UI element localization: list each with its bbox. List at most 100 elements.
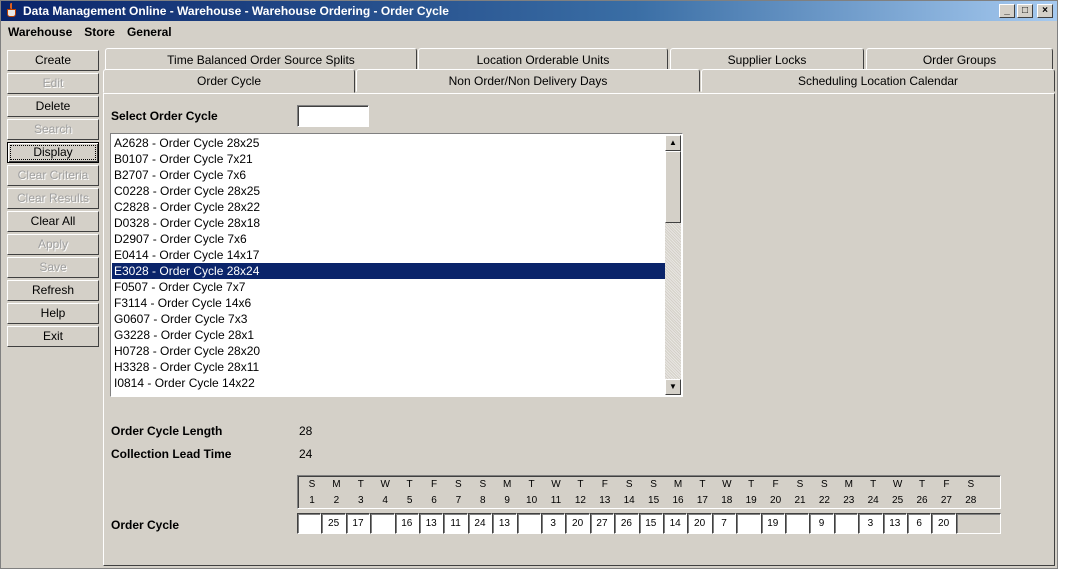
day-number: 9 bbox=[504, 495, 510, 506]
order-cycle-day-cell[interactable]: 15 bbox=[638, 513, 663, 534]
order-cycle-day-cell[interactable]: 27 bbox=[589, 513, 615, 534]
order-cycle-values-row: 25 17 16 13 11 24 13 3 20 27 26 15 14 20 7 19 9 3 13 6 20 bbox=[297, 513, 1001, 534]
order-cycle-day-cell[interactable]: 20 bbox=[931, 513, 956, 534]
order-cycle-list-item[interactable]: D2907 - Order Cycle 7x6 bbox=[112, 231, 666, 247]
create-button[interactable]: Create bbox=[7, 50, 99, 71]
order-cycle-list-item[interactable]: C0228 - Order Cycle 28x25 bbox=[112, 183, 666, 199]
order-cycle-list-item[interactable]: B0107 - Order Cycle 7x21 bbox=[112, 151, 666, 167]
order-cycle-day-cell[interactable]: 6 bbox=[907, 513, 932, 534]
order-cycle-day-cell[interactable] bbox=[370, 513, 395, 534]
order-cycle-day-cell[interactable]: 13 bbox=[419, 513, 444, 534]
order-cycle-day-cell[interactable]: 13 bbox=[882, 513, 907, 534]
day-letter: M bbox=[844, 479, 853, 490]
tab-location-orderable-units[interactable]: Location Orderable Units bbox=[418, 48, 668, 71]
day-number: 28 bbox=[965, 495, 977, 506]
order-cycle-day-cell[interactable]: 20 bbox=[687, 513, 712, 534]
delete-button[interactable]: Delete bbox=[7, 96, 99, 117]
day-letter: F bbox=[430, 479, 438, 490]
tab-supplier-locks[interactable]: Supplier Locks bbox=[670, 48, 864, 71]
day-number: 21 bbox=[794, 495, 806, 506]
day-number: 15 bbox=[648, 495, 660, 506]
clear-all-button[interactable]: Clear All bbox=[7, 211, 99, 232]
order-cycle-day-cell[interactable]: 19 bbox=[760, 513, 785, 534]
order-cycle-day-cell[interactable]: 3 bbox=[858, 513, 883, 534]
apply-button: Apply bbox=[7, 234, 99, 255]
day-letter: S bbox=[650, 479, 657, 490]
order-cycle-list-item[interactable]: H0728 - Order Cycle 28x20 bbox=[112, 343, 666, 359]
day-letter: W bbox=[722, 479, 732, 490]
day-letter: F bbox=[601, 479, 608, 490]
day-letter: M bbox=[332, 479, 341, 490]
order-cycle-day-cell[interactable]: 16 bbox=[394, 513, 419, 534]
maximize-button[interactable]: □ bbox=[1017, 4, 1033, 18]
day-number: 18 bbox=[721, 495, 733, 506]
tab-order-groups[interactable]: Order Groups bbox=[866, 48, 1053, 71]
day-letter: S bbox=[455, 479, 462, 490]
close-button[interactable]: × bbox=[1037, 4, 1053, 18]
order-cycle-list-item[interactable]: F0507 - Order Cycle 7x7 bbox=[112, 279, 666, 295]
order-cycle-day-cell[interactable]: 3 bbox=[541, 513, 566, 534]
order-cycle-search-input[interactable] bbox=[297, 105, 369, 127]
order-cycle-day-cell[interactable]: 17 bbox=[345, 513, 371, 534]
day-letter: W bbox=[892, 479, 903, 490]
display-button[interactable]: Display bbox=[7, 142, 99, 163]
order-cycle-list-item[interactable]: C2828 - Order Cycle 28x22 bbox=[112, 199, 666, 215]
order-cycle-list[interactable]: A2628 - Order Cycle 28x25 B0107 - Order C… bbox=[110, 133, 683, 397]
menu-store[interactable]: Store bbox=[77, 25, 120, 39]
order-cycle-day-cell[interactable]: 14 bbox=[663, 513, 688, 534]
order-cycle-day-cell[interactable]: 24 bbox=[467, 513, 493, 534]
minimize-button[interactable]: _ bbox=[999, 4, 1015, 18]
day-number: 2 bbox=[333, 495, 340, 506]
day-letter: S bbox=[308, 479, 316, 490]
day-number: 13 bbox=[599, 495, 611, 506]
exit-button[interactable]: Exit bbox=[7, 326, 99, 347]
order-cycle-day-cell[interactable]: 11 bbox=[443, 513, 468, 534]
title-bar[interactable]: Data Management Online - Warehouse - War… bbox=[1, 1, 1057, 21]
order-cycle-day-cell[interactable] bbox=[736, 513, 761, 534]
order-cycle-day-cell[interactable]: 26 bbox=[614, 513, 639, 534]
order-cycle-day-cell[interactable]: 20 bbox=[565, 513, 590, 534]
order-cycle-day-cell[interactable]: 13 bbox=[492, 513, 517, 534]
menu-general[interactable]: General bbox=[120, 25, 177, 39]
tab-order-cycle[interactable]: Order Cycle bbox=[103, 69, 355, 93]
order-cycle-day-cell[interactable]: 7 bbox=[711, 513, 737, 534]
order-cycle-list-item[interactable]: F3114 - Order Cycle 14x6 bbox=[112, 295, 666, 311]
order-cycle-list-item[interactable]: E3028 - Order Cycle 28x24 bbox=[112, 263, 666, 279]
order-cycle-day-cell[interactable] bbox=[955, 513, 1001, 534]
refresh-button[interactable]: Refresh bbox=[7, 280, 99, 301]
order-cycle-list-item[interactable]: D0328 - Order Cycle 28x18 bbox=[112, 215, 666, 231]
search-button: Search bbox=[7, 119, 99, 140]
day-letter: S bbox=[479, 479, 487, 490]
order-cycle-day-cell[interactable] bbox=[785, 513, 810, 534]
order-cycle-day-cell[interactable]: 9 bbox=[809, 513, 834, 534]
day-number: 25 bbox=[892, 495, 904, 506]
help-button[interactable]: Help bbox=[7, 303, 99, 324]
order-cycle-list-item[interactable]: A2628 - Order Cycle 28x25 bbox=[112, 135, 666, 151]
order-cycle-list-item[interactable]: H3328 - Order Cycle 28x11 bbox=[112, 359, 666, 375]
day-number: 23 bbox=[843, 495, 855, 506]
order-cycle-list-item[interactable]: I0814 - Order Cycle 14x22 bbox=[112, 375, 666, 391]
tab-time-balanced-splits[interactable]: Time Balanced Order Source Splits bbox=[105, 48, 417, 71]
order-cycle-list-item[interactable]: G0607 - Order Cycle 7x3 bbox=[112, 311, 666, 327]
menu-warehouse[interactable]: Warehouse bbox=[1, 25, 77, 39]
tab-non-order-days[interactable]: Non Order/Non Delivery Days bbox=[356, 69, 700, 92]
scroll-thumb[interactable] bbox=[665, 151, 681, 223]
day-number: 22 bbox=[818, 495, 830, 506]
scroll-down-arrow-icon[interactable]: ▼ bbox=[665, 379, 681, 395]
day-number: 1 bbox=[309, 495, 315, 506]
day-letter: T bbox=[357, 479, 364, 490]
action-sidebar: Create Edit Delete Search Display Clear Crite… bbox=[7, 50, 99, 349]
clear-criteria-button: Clear Criteria bbox=[7, 165, 99, 186]
order-cycle-day-cell[interactable]: 25 bbox=[321, 513, 346, 534]
order-cycle-list-item[interactable]: E0414 - Order Cycle 14x17 bbox=[112, 247, 666, 263]
list-scrollbar[interactable]: ▲ ▼ bbox=[665, 135, 681, 395]
tab-scheduling-calendar[interactable]: Scheduling Location Calendar bbox=[701, 69, 1055, 92]
order-cycle-list-item[interactable]: B2707 - Order Cycle 7x6 bbox=[112, 167, 666, 183]
order-cycle-list-item[interactable]: G3228 - Order Cycle 28x1 bbox=[112, 327, 666, 343]
order-cycle-day-cell[interactable] bbox=[297, 513, 322, 534]
save-button: Save bbox=[7, 257, 99, 278]
order-cycle-day-cell[interactable] bbox=[833, 513, 859, 534]
tab-row-back: Time Balanced Order Source Splits Locati… bbox=[103, 48, 1055, 71]
scroll-up-arrow-icon[interactable]: ▲ bbox=[665, 135, 681, 151]
order-cycle-day-cell[interactable] bbox=[516, 513, 541, 534]
